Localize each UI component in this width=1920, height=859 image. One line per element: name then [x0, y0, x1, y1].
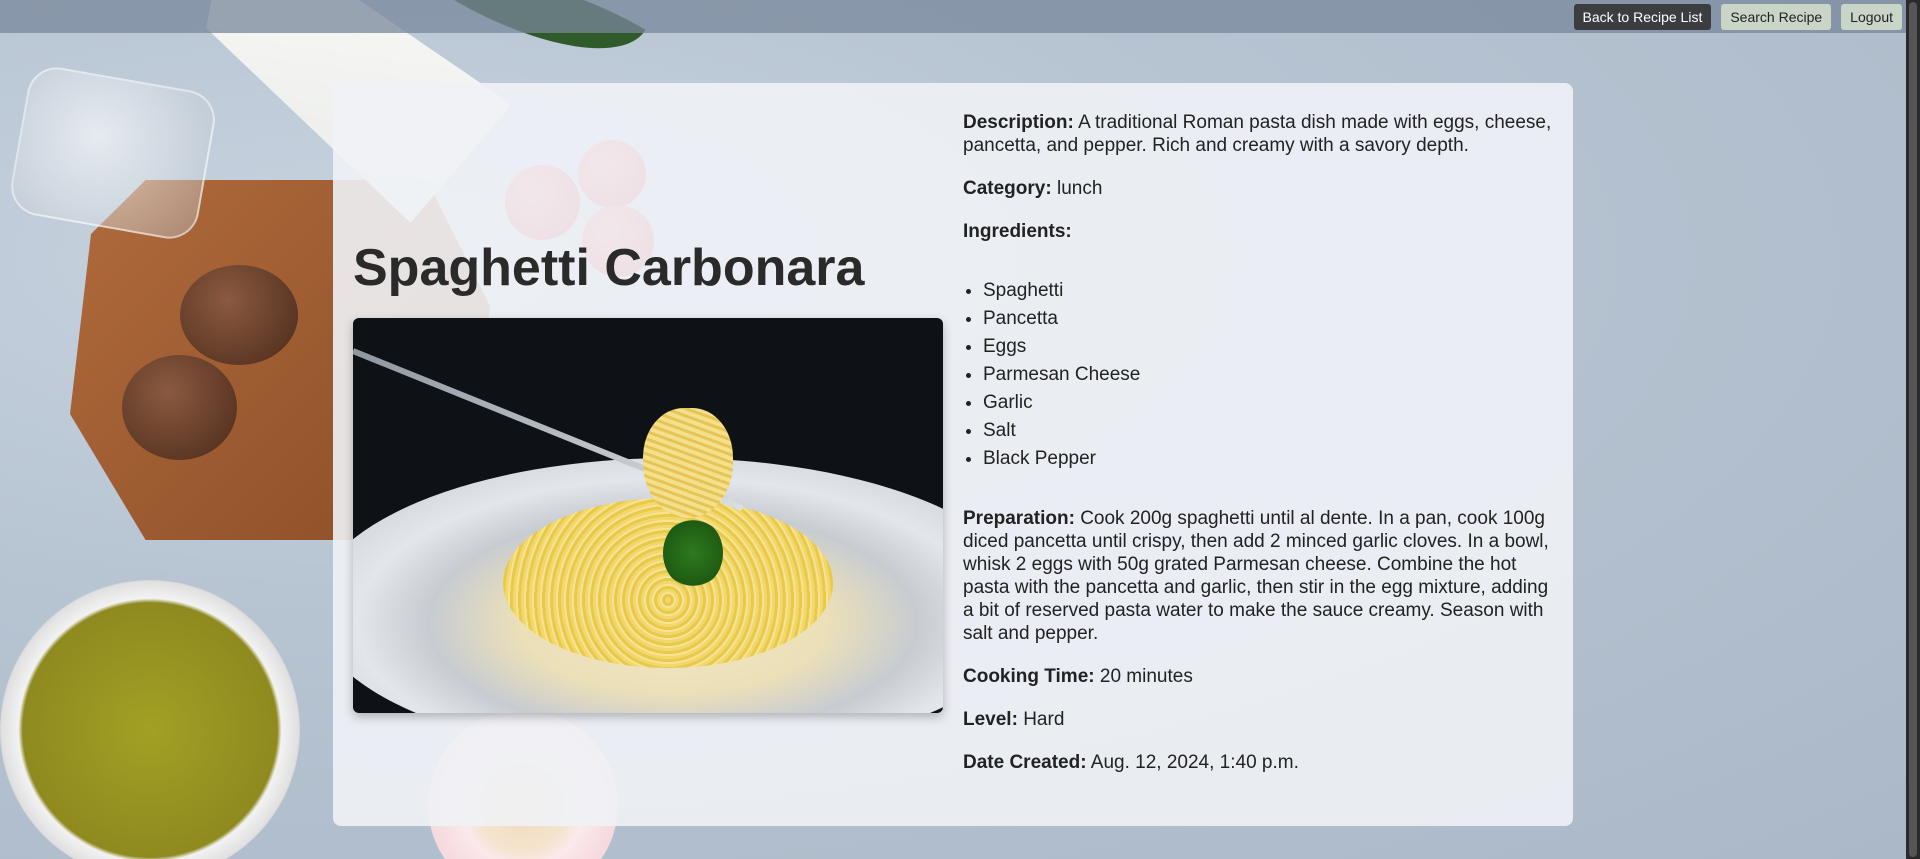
pepper-jar-image [6, 62, 220, 244]
list-item: Eggs [983, 333, 1555, 361]
list-item: Garlic [983, 389, 1555, 417]
category-value: lunch [1056, 178, 1103, 199]
description-label: Description: [963, 112, 1074, 133]
list-item: Parmesan Cheese [983, 361, 1555, 389]
date-created-value: Aug. 12, 2024, 1:40 p.m. [1090, 752, 1299, 773]
cooking-time-label: Cooking Time: [963, 666, 1095, 687]
date-created-label: Date Created: [963, 752, 1087, 773]
scrollbar-thumb[interactable] [1909, 2, 1917, 857]
mushroom-image [180, 265, 298, 365]
recipe-detail-card: Spaghetti Carbonara Description: A tradi… [333, 83, 1573, 826]
recipe-details: Description: A traditional Roman pasta d… [963, 111, 1555, 794]
recipe-title: Spaghetti Carbonara [353, 239, 865, 297]
top-nav-bar: Back to Recipe List Search Recipe Logout [0, 0, 1906, 33]
level-value: Hard [1023, 709, 1065, 730]
ingredients-list: Spaghetti Pancetta Eggs Parmesan Cheese … [963, 277, 1555, 473]
list-item: Salt [983, 417, 1555, 445]
recipe-photo [353, 318, 943, 713]
preparation-label: Preparation: [963, 508, 1075, 529]
preparation-field: Preparation: Cook 200g spaghetti until a… [963, 507, 1555, 645]
cooking-time-value: 20 minutes [1099, 666, 1193, 687]
level-label: Level: [963, 709, 1018, 730]
mushroom-image [122, 355, 237, 460]
list-item: Pancetta [983, 305, 1555, 333]
description-field: Description: A traditional Roman pasta d… [963, 111, 1555, 157]
spaghetti-image [503, 498, 833, 668]
logout-button[interactable]: Logout [1841, 3, 1902, 30]
back-to-recipe-list-button[interactable]: Back to Recipe List [1573, 3, 1712, 30]
pasta-twirl-image [643, 408, 733, 518]
cooking-time-field: Cooking Time: 20 minutes [963, 665, 1555, 688]
ingredients-label: Ingredients: [963, 221, 1072, 242]
list-item: Black Pepper [983, 445, 1555, 473]
category-field: Category: lunch [963, 177, 1555, 200]
level-field: Level: Hard [963, 708, 1555, 731]
list-item: Spaghetti [983, 277, 1555, 305]
category-label: Category: [963, 178, 1052, 199]
vertical-scrollbar[interactable] [1906, 0, 1920, 859]
pasta-bowl-image [0, 580, 300, 859]
parsley-image [663, 518, 723, 588]
search-recipe-button[interactable]: Search Recipe [1721, 3, 1832, 30]
date-created-field: Date Created: Aug. 12, 2024, 1:40 p.m. [963, 751, 1555, 774]
